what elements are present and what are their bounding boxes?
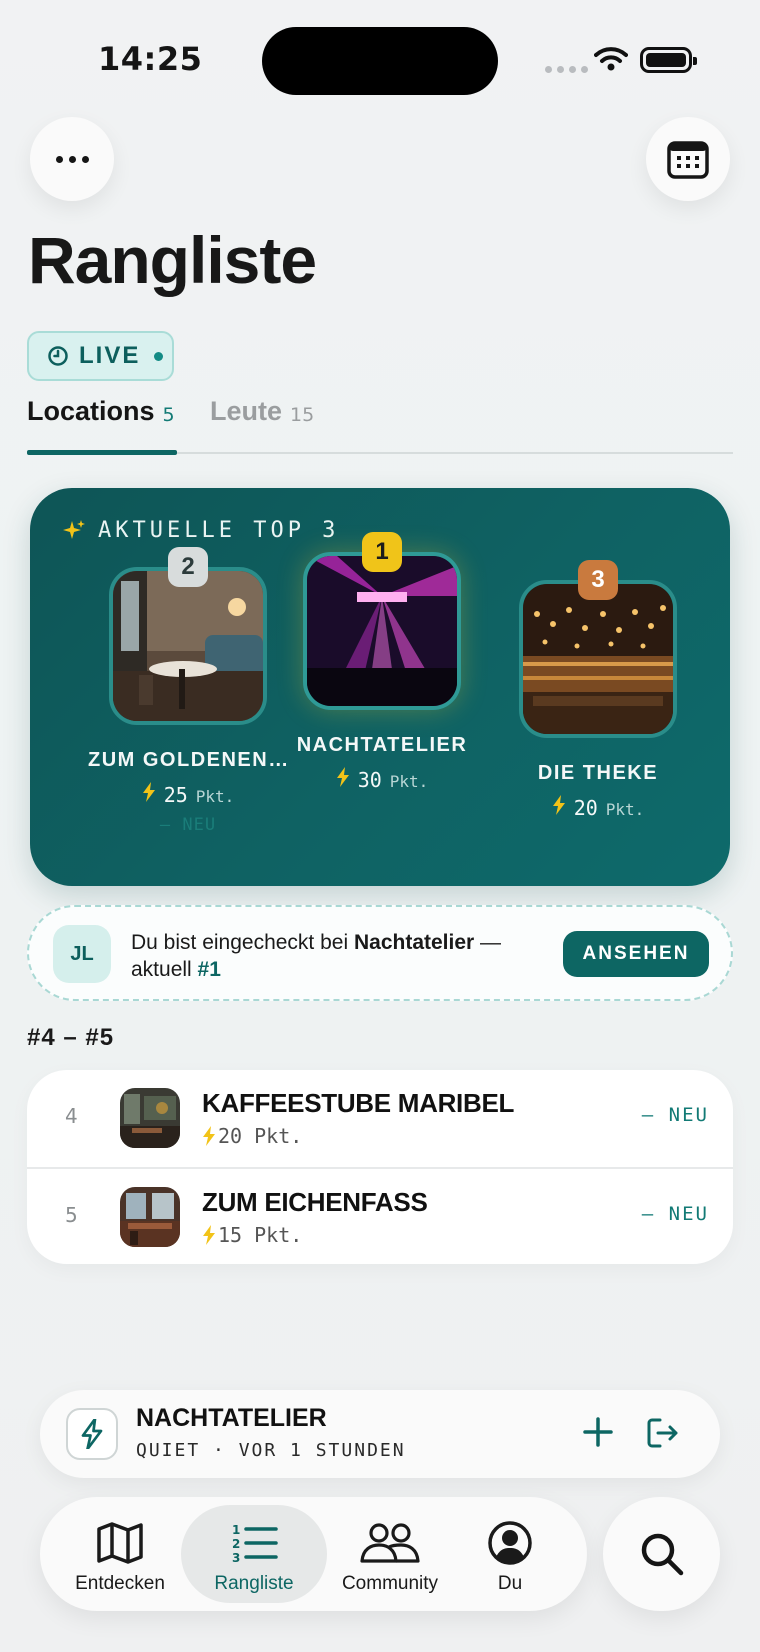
- bolt-icon: [66, 1408, 118, 1460]
- ranking-list: 4 KAFFEESTUBE MARIBEL 20 Pkt. — NEU 5 ZU…: [27, 1070, 733, 1264]
- bolt-icon: [203, 1225, 215, 1245]
- checkin-text-prefix: Du bist eingecheckt bei: [131, 931, 354, 954]
- live-indicator-dot: [154, 351, 164, 361]
- page-title: Rangliste: [28, 223, 317, 297]
- sparkles-icon: [63, 519, 85, 539]
- checkin-message: Du bist eingecheckt bei Nachtatelier — a…: [131, 929, 551, 983]
- checkout-icon[interactable]: [646, 1416, 680, 1450]
- status-label: — NEU: [641, 1104, 709, 1126]
- bolt-icon: [552, 795, 565, 815]
- venue-photo: [303, 552, 461, 710]
- venue-thumbnail: [120, 1088, 180, 1148]
- current-checkin-bar[interactable]: NACHTATELIER QUIET · VOR 1 STUNDEN: [40, 1390, 720, 1478]
- live-label: LIVE: [79, 342, 141, 369]
- current-venue-name: NACHTATELIER: [136, 1404, 327, 1432]
- venue-name: NACHTATELIER: [296, 734, 468, 756]
- nav-label: Entdecken: [75, 1573, 165, 1594]
- checkin-text-line2: aktuell: [131, 958, 198, 981]
- segment-tabs: Locations 5 Leute 15: [27, 396, 733, 455]
- svg-text:2: 2: [232, 1537, 240, 1551]
- rank-badge-silver: 2: [168, 547, 208, 587]
- search-button[interactable]: [603, 1497, 720, 1611]
- tab-label: Locations: [27, 396, 155, 426]
- podium-place-1[interactable]: 1 NACHTATELIER 30 Pkt.: [282, 532, 482, 792]
- status-label: — NEU: [641, 1203, 709, 1225]
- bolt-icon: [336, 767, 349, 787]
- svg-text:3: 3: [232, 1551, 240, 1565]
- tab-locations[interactable]: Locations 5: [27, 396, 177, 455]
- points-unit: Pkt.: [195, 787, 235, 806]
- nav-rangliste[interactable]: 1 2 3 Rangliste: [181, 1505, 327, 1603]
- nav-community[interactable]: Community: [325, 1505, 455, 1603]
- points-value: 20: [573, 796, 598, 820]
- calendar-icon: [667, 141, 709, 179]
- plus-icon[interactable]: [580, 1414, 616, 1450]
- venue-points: 20 Pkt.: [202, 1124, 302, 1148]
- list-item[interactable]: 5 ZUM EICHENFASS 15 Pkt. — NEU: [27, 1167, 733, 1264]
- section-heading: #4 – #5: [27, 1024, 115, 1051]
- bolt-icon: [142, 782, 155, 802]
- view-button[interactable]: ANSEHEN: [563, 931, 709, 977]
- calendar-button[interactable]: [646, 117, 730, 201]
- profile-icon: [488, 1521, 532, 1565]
- venue-name: KAFFEESTUBE MARIBEL: [202, 1088, 515, 1118]
- points-unit: Pkt.: [605, 800, 645, 819]
- points-unit: Pkt.: [389, 772, 429, 791]
- venue-points: 30 Pkt.: [282, 767, 482, 792]
- more-options-button[interactable]: [30, 117, 114, 201]
- bolt-icon: [203, 1126, 215, 1146]
- bottom-tab-bar: Entdecken 1 2 3 Rangliste Community Du: [40, 1497, 587, 1611]
- checkin-text-mid: —: [474, 931, 502, 954]
- avatar: JL: [53, 925, 111, 983]
- points-text: 20 Pkt.: [218, 1124, 303, 1148]
- tab-leute[interactable]: Leute 15: [210, 396, 314, 452]
- tab-label: Leute: [210, 396, 283, 426]
- venue-photo: [109, 567, 267, 725]
- nav-du[interactable]: Du: [455, 1505, 565, 1603]
- list-item[interactable]: 4 KAFFEESTUBE MARIBEL 20 Pkt. — NEU: [27, 1070, 733, 1167]
- rank-badge-bronze: 3: [578, 560, 618, 600]
- people-icon: [360, 1523, 420, 1563]
- podium-place-3[interactable]: 3 DIE THEKE 20 Pkt.: [498, 560, 698, 820]
- live-badge[interactable]: LIVE: [27, 331, 174, 381]
- wifi-icon: [594, 47, 628, 71]
- ellipsis-icon: [55, 155, 89, 163]
- checkin-rank: #1: [197, 958, 221, 981]
- nav-entdecken[interactable]: Entdecken: [40, 1505, 200, 1603]
- dynamic-island: [262, 27, 498, 95]
- venue-photo: [519, 580, 677, 738]
- checkin-banner: JL Du bist eingecheckt bei Nachtatelier …: [27, 905, 733, 1001]
- tab-count: 15: [290, 404, 315, 426]
- row-rank: 5: [65, 1203, 78, 1227]
- row-rank: 4: [65, 1104, 78, 1128]
- podium-place-2[interactable]: 2 ZUM GOLDENEN… 25 Pkt. — NEU: [88, 547, 290, 835]
- ranked-list-icon: 1 2 3: [232, 1523, 278, 1565]
- points-text: 15 Pkt.: [218, 1223, 303, 1247]
- points-value: 25: [163, 783, 188, 807]
- battery-icon: [640, 47, 697, 73]
- checkin-venue: Nachtatelier: [353, 931, 475, 954]
- top3-card: AKTUELLE TOP 3 2 ZUM GOLDENEN… 25 Pkt. —…: [30, 488, 730, 886]
- venue-points: 20 Pkt.: [498, 795, 698, 820]
- venue-thumbnail: [120, 1187, 180, 1247]
- nav-label: Community: [341, 1573, 439, 1594]
- map-icon: [97, 1522, 143, 1564]
- venue-points: 25 Pkt.: [88, 782, 288, 807]
- cellular-signal-icon: [545, 66, 588, 73]
- nav-label: Du: [497, 1573, 523, 1594]
- tab-count: 5: [162, 404, 175, 426]
- svg-text:1: 1: [232, 1523, 240, 1537]
- points-value: 30: [357, 768, 382, 792]
- search-icon: [641, 1533, 683, 1576]
- venue-name: ZUM GOLDENEN…: [88, 749, 290, 771]
- venue-name: DIE THEKE: [537, 762, 659, 784]
- status-time: 14:25: [98, 40, 203, 78]
- nav-label: Rangliste: [214, 1573, 294, 1594]
- venue-status: — NEU: [159, 815, 217, 835]
- current-venue-status: QUIET · VOR 1 STUNDEN: [136, 1440, 406, 1461]
- venue-name: ZUM EICHENFASS: [202, 1187, 428, 1217]
- venue-points: 15 Pkt.: [202, 1223, 302, 1247]
- clock-icon: [48, 346, 68, 366]
- rank-badge-gold: 1: [362, 532, 402, 572]
